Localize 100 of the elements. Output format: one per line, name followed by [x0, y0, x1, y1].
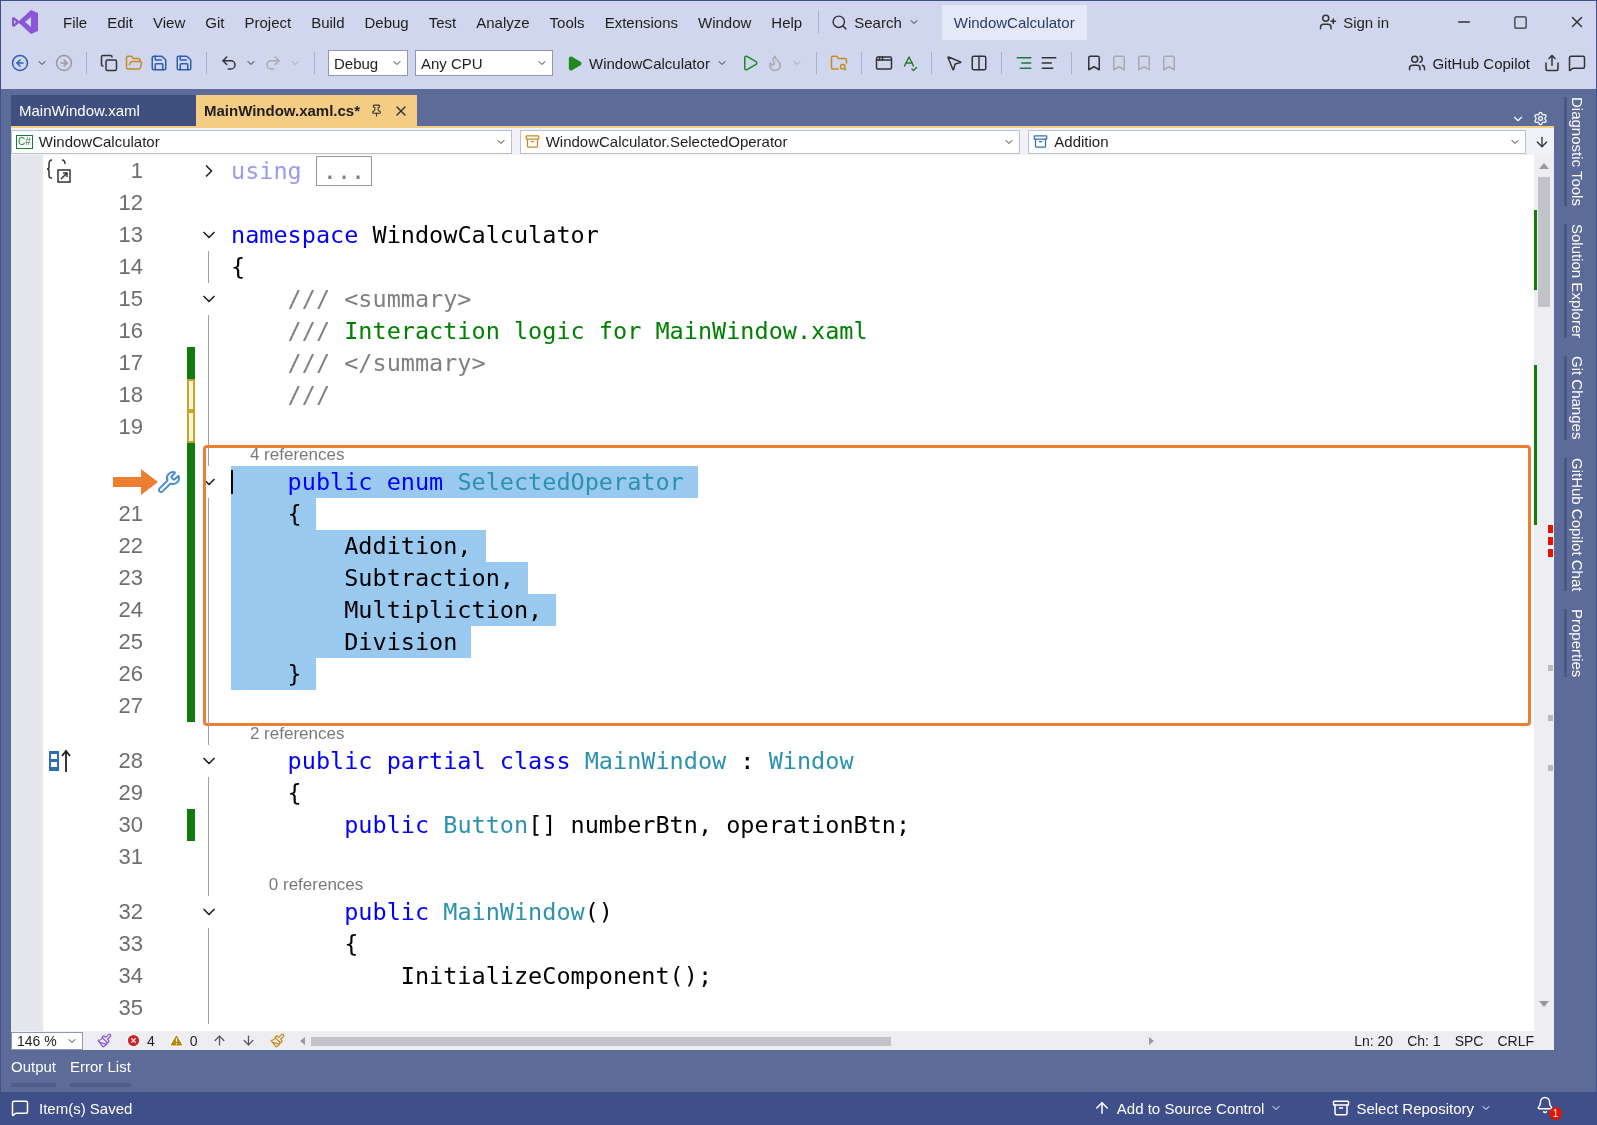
indent-mode[interactable]: SPC	[1454, 1032, 1484, 1049]
column-position[interactable]: Ch: 1	[1407, 1032, 1441, 1049]
back-icon[interactable]	[11, 54, 29, 72]
type-dropdown[interactable]: WindowCalculator.SelectedOperator	[519, 129, 1021, 154]
maximize-icon[interactable]	[1513, 14, 1528, 30]
menu-item[interactable]: Edit	[97, 9, 144, 35]
undo-icon[interactable]	[220, 54, 238, 72]
project-dropdown[interactable]: C# WindowCalculator	[11, 129, 512, 154]
copilot-button[interactable]: GitHub Copilot	[1402, 51, 1536, 75]
side-tab[interactable]: GitHub Copilot Chat	[1564, 457, 1586, 591]
implementation-icon[interactable]	[47, 748, 73, 774]
references-link[interactable]: 4 references	[231, 444, 345, 465]
repository-icon[interactable]	[1332, 1099, 1351, 1117]
notifications-button[interactable]: 1	[1536, 1096, 1562, 1120]
person-icon[interactable]	[1319, 13, 1338, 31]
references-link[interactable]: 2 references	[231, 723, 345, 744]
pointer-icon[interactable]	[944, 54, 963, 72]
platform-dropdown[interactable]: Any CPU	[415, 50, 553, 76]
code-line: public MainWindow()	[343, 897, 613, 928]
copilot-icon[interactable]	[1408, 54, 1427, 72]
pin-icon[interactable]	[370, 104, 383, 117]
outdent-icon[interactable]	[1039, 54, 1058, 72]
save-icon[interactable]	[150, 54, 168, 72]
menu-item[interactable]: Test	[418, 9, 467, 35]
code-line: public partial class MainWindow : Window	[286, 746, 854, 777]
menu-item[interactable]: Debug	[354, 9, 419, 35]
screwdriver-icon[interactable]	[157, 470, 181, 494]
search-icon[interactable]	[831, 13, 849, 31]
source-control-button[interactable]: Add to Source Control	[1086, 1096, 1289, 1120]
next-icon[interactable]	[240, 1033, 256, 1048]
app-logo[interactable]	[11, 9, 39, 35]
document-tab[interactable]: MainWindow.xaml.cs*	[196, 95, 417, 126]
menu-item[interactable]: Help	[761, 9, 813, 35]
panel-tab[interactable]: Error List	[70, 1058, 131, 1087]
menu-item[interactable]: Analyze	[466, 9, 540, 35]
configuration-dropdown[interactable]: Debug	[328, 50, 408, 76]
side-tab[interactable]: Properties	[1564, 609, 1586, 678]
code-line: {	[343, 929, 359, 960]
error-count[interactable]: 4	[126, 1032, 155, 1049]
feedback-icon[interactable]	[1568, 54, 1586, 72]
side-tab[interactable]: Solution Explorer	[1564, 223, 1586, 339]
code-line: ///	[286, 380, 331, 411]
save-all-icon[interactable]	[175, 54, 193, 72]
previous-icon[interactable]	[211, 1033, 227, 1048]
side-tab[interactable]: Git Changes	[1564, 356, 1586, 440]
window-icon[interactable]	[874, 54, 893, 72]
settings-icon[interactable]	[1533, 111, 1548, 126]
warning-count[interactable]: 0	[168, 1032, 198, 1049]
menu-item[interactable]: View	[143, 9, 196, 35]
type-icon[interactable]	[524, 134, 540, 149]
line-position[interactable]: Ln: 20	[1354, 1032, 1394, 1049]
menu-item[interactable]: Extensions	[594, 9, 688, 35]
cleanup-icon[interactable]	[269, 1033, 285, 1048]
menu-item[interactable]: Project	[234, 9, 302, 35]
line-number: 13	[118, 222, 144, 248]
line-number: 17	[118, 350, 144, 376]
menu-item[interactable]: File	[53, 9, 98, 35]
line-number: 24	[118, 597, 144, 623]
line-number: 16	[118, 318, 144, 344]
message-icon[interactable]	[11, 1099, 29, 1117]
repository-button[interactable]: Select Repository	[1326, 1096, 1498, 1120]
share-icon[interactable]	[1543, 54, 1561, 72]
new-item-icon[interactable]	[100, 54, 118, 72]
notification-count: 1	[1549, 1107, 1562, 1120]
warning-icon[interactable]	[168, 1033, 184, 1048]
brush-icon[interactable]	[97, 1033, 112, 1048]
line-number: 32	[118, 899, 144, 925]
line-ending[interactable]: CRLF	[1497, 1032, 1534, 1049]
zoom-dropdown[interactable]: 146 %	[11, 1031, 83, 1050]
menu-item[interactable]: Git	[195, 9, 235, 35]
line-number: 29	[118, 780, 144, 806]
indent-icon[interactable]	[1014, 54, 1033, 72]
side-tab[interactable]: Diagnostic Tools	[1564, 97, 1586, 206]
code-line: {	[231, 252, 246, 283]
error-icon[interactable]	[126, 1033, 141, 1048]
document-tab[interactable]: MainWindow.xaml	[11, 95, 196, 126]
line-number: 25	[118, 629, 144, 655]
references-link[interactable]: 0 references	[231, 874, 364, 895]
menu-item[interactable]: Build	[301, 9, 355, 35]
bell-icon[interactable]	[1536, 1096, 1554, 1114]
member-icon[interactable]	[1033, 134, 1049, 149]
line-number: 1	[130, 158, 144, 184]
start-button[interactable]: WindowCalculator	[560, 51, 734, 75]
line-number: 23	[118, 565, 144, 591]
member-dropdown[interactable]: Addition	[1028, 129, 1526, 154]
collapse-scope-icon[interactable]	[46, 158, 74, 184]
menu-item[interactable]: Window	[688, 9, 762, 35]
code-line: public Button[] numberBtn, operationBtn;	[343, 810, 911, 841]
columns-icon[interactable]	[969, 54, 988, 72]
menu-item[interactable]: Tools	[539, 9, 595, 35]
sign-in-button[interactable]: Sign in	[1313, 10, 1395, 34]
panel-tab[interactable]: Output	[11, 1058, 57, 1087]
line-number: 28	[118, 748, 144, 774]
status-message: Item(s) Saved	[39, 1099, 133, 1117]
line-number: 33	[118, 931, 144, 957]
line-number: 31	[118, 844, 144, 870]
search-button[interactable]: Search	[825, 10, 926, 34]
code-line: namespace WindowCalculator	[231, 220, 599, 251]
play-icon[interactable]	[566, 54, 583, 72]
line-number: 15	[118, 286, 144, 312]
